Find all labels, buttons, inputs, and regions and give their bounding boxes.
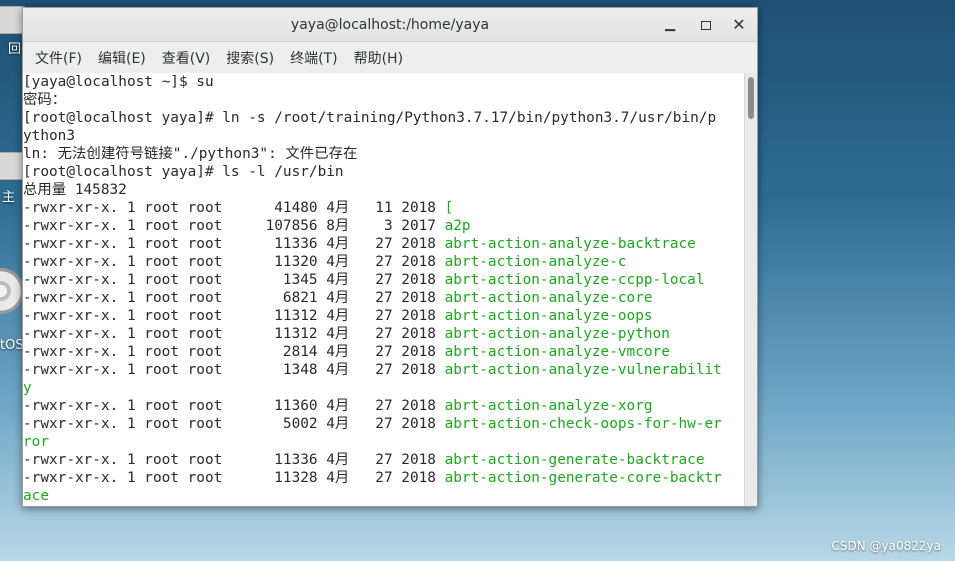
terminal-line-text: -rwxr-xr-x. 1 root root 11360 4月 27 2018 — [23, 398, 445, 414]
terminal-line-text: -rwxr-xr-x. 1 root root 11312 4月 27 2018 — [23, 326, 445, 342]
menu-edit[interactable]: 编辑(E) — [90, 48, 154, 68]
minimize-button[interactable]: ▁ — [659, 14, 681, 36]
terminal-line: [root@localhost yaya]# ln -s /root/train… — [23, 109, 745, 127]
terminal-line: -rwxr-xr-x. 1 root root 5002 4月 27 2018 … — [23, 415, 745, 433]
terminal-line: y — [23, 379, 745, 397]
terminal-line-text: -rwxr-xr-x. 1 root root 1345 4月 27 2018 — [23, 272, 445, 288]
terminal-window: yaya@localhost:/home/yaya ▁ ✕ 文件(F) 编辑(E… — [22, 7, 758, 507]
maximize-icon — [701, 21, 711, 30]
terminal-line: ython3 — [23, 127, 745, 145]
executable-name: abrt-action-analyze-oops — [444, 308, 653, 324]
executable-name: ror — [23, 434, 49, 450]
watermark: CSDN @ya0822ya — [831, 539, 941, 553]
terminal-line-text: [root@localhost yaya]# ln -s /root/train… — [23, 110, 717, 126]
executable-name: abrt-action-analyze-python — [444, 326, 670, 342]
terminal-line: -rwxr-xr-x. 1 root root 11328 4月 27 2018… — [23, 469, 745, 487]
terminal-lines: [yaya@localhost ~]$ su 密码： [root@localhost… — [23, 73, 745, 505]
terminal-line: 密码： — [23, 91, 745, 109]
terminal-line-text: -rwxr-xr-x. 1 root root 1348 4月 27 2018 — [23, 362, 445, 378]
terminal-line: -rwxr-xr-x. 1 root root 2814 4月 27 2018 … — [23, 343, 745, 361]
executable-name: abrt-action-generate-backtrace — [444, 452, 705, 468]
maximize-button[interactable] — [695, 14, 717, 36]
executable-name: ace — [23, 488, 49, 504]
desktop-label-2: 主 — [2, 190, 16, 205]
terminal-line-text: 密码： — [23, 92, 67, 108]
terminal-line: ace — [23, 487, 745, 505]
executable-name: abrt-action-check-oops-for-hw-er — [444, 416, 722, 432]
executable-name: a2p — [444, 218, 471, 234]
terminal-line-text: [yaya@localhost ~]$ su — [23, 74, 214, 90]
terminal-line: -rwxr-xr-x. 1 root root 1345 4月 27 2018 … — [23, 271, 745, 289]
terminal-line-text: 总用量 145832 — [23, 182, 127, 198]
close-button[interactable]: ✕ — [728, 14, 750, 36]
menu-file[interactable]: 文件(F) — [27, 48, 90, 68]
terminal-line-text: -rwxr-xr-x. 1 root root 107856 8月 3 2017 — [23, 218, 445, 234]
terminal-line-text: ython3 — [23, 128, 75, 144]
scrollbar-thumb[interactable] — [748, 77, 754, 119]
menu-view[interactable]: 查看(V) — [154, 48, 219, 68]
terminal-line: [yaya@localhost ~]$ su — [23, 73, 745, 91]
executable-name: abrt-action-generate-core-backtr — [444, 470, 722, 486]
executable-name: y — [23, 380, 32, 396]
terminal-line: -rwxr-xr-x. 1 root root 11336 4月 27 2018… — [23, 451, 745, 469]
menu-terminal[interactable]: 终端(T) — [282, 48, 345, 68]
terminal-line-text: -rwxr-xr-x. 1 root root 11320 4月 27 2018 — [23, 254, 445, 270]
terminal-line: -rwxr-xr-x. 1 root root 11320 4月 27 2018… — [23, 253, 745, 271]
menu-help[interactable]: 帮助(H) — [346, 48, 411, 68]
terminal-line-text: [root@localhost yaya]# ls -l /usr/bin — [23, 164, 344, 180]
executable-name: [ — [444, 200, 454, 216]
terminal-line: 总用量 145832 — [23, 181, 745, 199]
terminal-line: ln: 无法创建符号链接"./python3": 文件已存在 — [23, 145, 745, 163]
terminal-line-text: -rwxr-xr-x. 1 root root 11312 4月 27 2018 — [23, 308, 445, 324]
terminal-line: -rwxr-xr-x. 1 root root 11360 4月 27 2018… — [23, 397, 745, 415]
window-title: yaya@localhost:/home/yaya — [290, 17, 490, 33]
terminal-line-text: ln: 无法创建符号链接"./python3": 文件已存在 — [23, 146, 358, 162]
terminal-line-text: -rwxr-xr-x. 1 root root 2814 4月 27 2018 — [23, 344, 445, 360]
desktop-label-3: tOS — [0, 338, 24, 353]
terminal-line: -rwxr-xr-x. 1 root root 11312 4月 27 2018… — [23, 307, 745, 325]
executable-name: abrt-action-analyze-vulnerabilit — [444, 362, 722, 378]
executable-name: abrt-action-analyze-backtrace — [444, 236, 696, 252]
terminal-line-text: -rwxr-xr-x. 1 root root 11336 4月 27 2018 — [23, 236, 445, 252]
terminal-line-text: -rwxr-xr-x. 1 root root 6821 4月 27 2018 — [23, 290, 445, 306]
executable-name: abrt-action-analyze-ccpp-local — [444, 272, 705, 288]
menu-search[interactable]: 搜索(S) — [218, 48, 282, 68]
terminal-line: -rwxr-xr-x. 1 root root 107856 8月 3 2017… — [23, 217, 745, 235]
menu-bar: 文件(F) 编辑(E) 查看(V) 搜索(S) 终端(T) 帮助(H) — [23, 42, 757, 74]
desktop-label-1: 回 — [8, 42, 22, 57]
executable-name: abrt-action-analyze-c — [444, 254, 627, 270]
terminal-line-text: -rwxr-xr-x. 1 root root 41480 4月 11 2018 — [23, 200, 445, 216]
terminal-line: -rwxr-xr-x. 1 root root 11336 4月 27 2018… — [23, 235, 745, 253]
terminal-line: -rwxr-xr-x. 1 root root 11312 4月 27 2018… — [23, 325, 745, 343]
terminal-line: [root@localhost yaya]# ls -l /usr/bin — [23, 163, 745, 181]
terminal-line: -rwxr-xr-x. 1 root root 6821 4月 27 2018 … — [23, 289, 745, 307]
minimize-icon: ▁ — [665, 17, 675, 32]
executable-name: abrt-action-analyze-xorg — [444, 398, 653, 414]
terminal-line-text: -rwxr-xr-x. 1 root root 5002 4月 27 2018 — [23, 416, 445, 432]
executable-name: abrt-action-analyze-vmcore — [444, 344, 670, 360]
scrollbar[interactable] — [744, 73, 757, 506]
executable-name: abrt-action-analyze-core — [444, 290, 653, 306]
terminal-line: -rwxr-xr-x. 1 root root 1348 4月 27 2018 … — [23, 361, 745, 379]
terminal-line: ror — [23, 433, 745, 451]
terminal-output[interactable]: [yaya@localhost ~]$ su 密码： [root@localhost… — [23, 73, 745, 506]
terminal-line-text: -rwxr-xr-x. 1 root root 11328 4月 27 2018 — [23, 470, 445, 486]
disc-icon[interactable] — [0, 268, 24, 314]
title-bar[interactable]: yaya@localhost:/home/yaya ▁ ✕ — [23, 8, 757, 42]
close-icon: ✕ — [732, 15, 746, 34]
terminal-line: -rwxr-xr-x. 1 root root 41480 4月 11 2018… — [23, 199, 745, 217]
terminal-line-text: -rwxr-xr-x. 1 root root 11336 4月 27 2018 — [23, 452, 445, 468]
